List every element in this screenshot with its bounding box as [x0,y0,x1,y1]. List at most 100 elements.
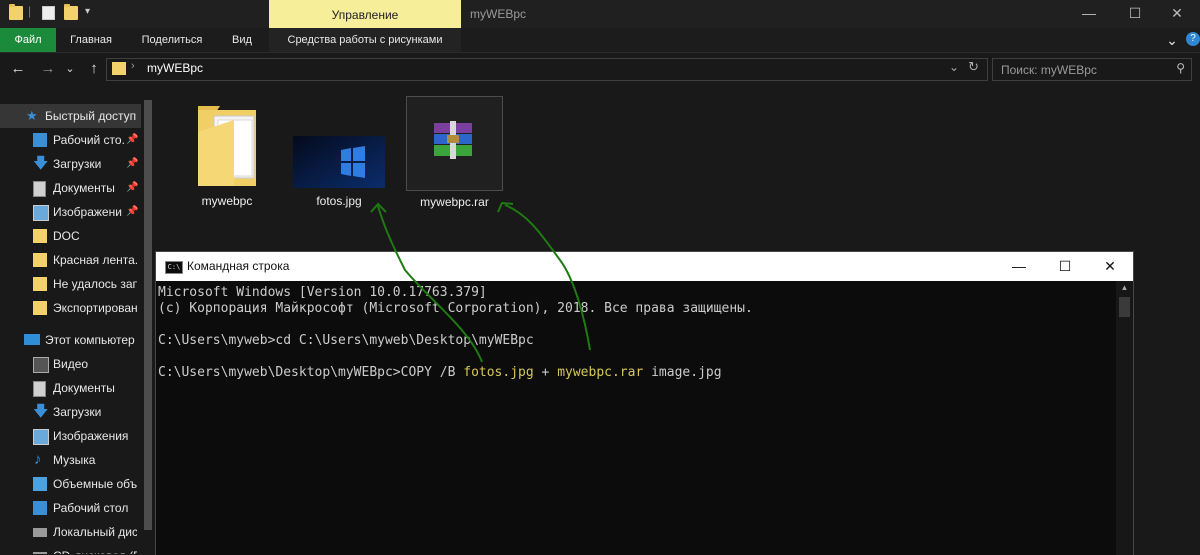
nav-item-pictures[interactable]: Изображени 📌 [0,200,154,224]
nav-label: Объемные объ [53,477,137,491]
cmd-arg-rar: mywebpc.rar [557,365,644,380]
nav-item-music[interactable]: ♪ Музыка [0,448,154,472]
ribbon-collapse-icon[interactable]: ⌄ [1162,28,1182,52]
search-box[interactable]: ⚲ [992,58,1192,81]
nav-scrollbar-thumb[interactable] [144,100,152,530]
cmd-line: C:\Users\myweb>cd C:\Users\myweb\Desktop… [158,333,534,348]
nav-item-downloads[interactable]: 🡇 Загрузки 📌 [0,152,154,176]
cmd-title-bar[interactable]: C:\ Командная строка — ☐ ✕ [156,252,1133,281]
computer-icon [24,334,40,345]
nav-label: Экспортирован [53,301,137,315]
forward-button[interactable]: → [38,59,58,79]
cmd-scrollbar[interactable]: ▲ [1116,281,1133,555]
file-item-archive[interactable]: mywebpc.rar [406,96,503,209]
nav-label: Быстрый доступ [45,109,137,123]
back-button[interactable]: ← [8,59,28,79]
recent-locations-icon[interactable]: ⌄ [62,59,78,79]
cmd-arg-output: image.jpg [643,365,722,380]
tab-home[interactable]: Главная [60,28,122,52]
ribbon-tabs: Файл Главная Поделиться Вид Средства раб… [0,28,1200,53]
nav-label: Красная лента.( [53,253,137,267]
star-icon: ★ [26,108,38,123]
properties-icon[interactable] [42,6,55,20]
file-item-folder[interactable]: mywebpc [182,96,272,214]
nav-this-pc[interactable]: Этот компьютер [0,328,154,352]
window-title: myWEBpc [470,7,527,21]
nav-item-pc-documents[interactable]: Документы [0,376,154,400]
nav-item-exported[interactable]: Экспортирован [0,296,154,320]
cmd-scrollbar-thumb[interactable] [1119,297,1130,317]
cmd-line-blank [158,317,1113,333]
cmd-plus: + [533,365,558,380]
up-button[interactable]: ↑ [84,59,104,79]
address-dropdown-icon[interactable]: ⌄ [949,60,959,74]
cmd-line: C:\Users\myweb\Desktop\myWEBpc>COPY /B f… [158,365,1113,381]
cmd-line: Microsoft Windows [Version 10.0.17763.37… [158,285,487,300]
minimize-button[interactable]: — [1066,0,1112,28]
cmd-output[interactable]: Microsoft Windows [Version 10.0.17763.37… [158,285,1113,555]
refresh-icon[interactable]: ↻ [968,59,979,75]
tab-file[interactable]: Файл [0,28,56,52]
nav-item-video[interactable]: Видео [0,352,154,376]
file-label: mywebpc.rar [420,195,489,209]
folder-icon [33,253,47,267]
pictures-icon [33,429,49,445]
nav-item-pc-desktop[interactable]: Рабочий стол [0,496,154,520]
cmd-close-button[interactable]: ✕ [1087,252,1133,281]
nav-label: Документы [53,381,115,395]
cmd-minimize-button[interactable]: — [996,252,1042,281]
cmd-title: Командная строка [187,259,290,273]
cmd-prompt: C:\Users\myweb\Desktop\myWEBpc>COPY /B [158,365,464,380]
breadcrumb-separator[interactable]: › [131,60,135,72]
nav-item-3d-objects[interactable]: Объемные объ [0,472,154,496]
documents-icon [33,181,46,197]
search-input[interactable] [999,61,1163,79]
title-bar: | ▾ [0,0,1200,28]
nav-label: Рабочий стол [53,501,129,515]
tab-view[interactable]: Вид [222,28,262,52]
tab-share[interactable]: Поделиться [132,28,212,52]
quick-access-dropdown-icon[interactable]: ▾ [85,6,90,17]
nav-label: Музыка [53,453,96,467]
pin-icon: 📌 [126,134,139,145]
maximize-button[interactable]: ☐ [1112,0,1158,28]
folder-icon[interactable] [9,4,23,20]
help-icon[interactable]: ? [1186,32,1200,46]
pictures-icon [33,205,49,221]
video-icon [33,357,49,373]
nav-item-local-disk[interactable]: Локальный дис [0,520,154,544]
file-item-image[interactable]: fotos.jpg [286,96,392,214]
nav-label: Изображения [53,429,129,443]
breadcrumb-current[interactable]: myWEBpc [147,61,203,75]
nav-item-red-tape[interactable]: Красная лента.( [0,248,154,272]
nav-quick-access[interactable]: ★ Быстрый доступ [0,104,154,128]
cmd-window[interactable]: C:\ Командная строка — ☐ ✕ Microsoft Win… [155,251,1134,555]
nav-label: DOC [53,229,80,243]
nav-label: Рабочий сто. [53,133,125,147]
nav-label: CD-дисковод (E [53,544,137,554]
scroll-up-icon[interactable]: ▲ [1116,283,1133,293]
cmd-maximize-button[interactable]: ☐ [1042,252,1088,281]
folder-icon [198,106,256,186]
close-button[interactable]: ✕ [1154,0,1200,28]
tab-picture-tools[interactable]: Средства работы с рисунками [269,28,461,52]
address-bar[interactable]: › myWEBpc ⌄ ↻ [106,58,988,81]
nav-label: Документы [53,181,115,195]
new-folder-icon[interactable] [64,4,78,20]
nav-item-doc[interactable]: DOC [0,224,154,248]
pin-icon: 📌 [126,182,139,193]
nav-item-cd-drive[interactable]: CD-дисковод (E [0,544,154,554]
drive-icon [33,528,47,537]
nav-item-pc-downloads[interactable]: 🡇 Загрузки [0,400,154,424]
pin-icon: 📌 [126,158,139,169]
cmd-icon: C:\ [165,261,183,274]
nav-item-desktop[interactable]: Рабочий сто. 📌 [0,128,154,152]
folder-icon [33,301,47,315]
nav-item-pc-pictures[interactable]: Изображения [0,424,154,448]
nav-item-documents[interactable]: Документы 📌 [0,176,154,200]
nav-label: Не удалось запу [53,277,137,291]
manage-tab[interactable]: Управление [269,0,461,28]
nav-item-failed[interactable]: Не удалось запу [0,272,154,296]
nav-label: Загрузки [53,405,102,419]
search-icon[interactable]: ⚲ [1176,61,1185,75]
